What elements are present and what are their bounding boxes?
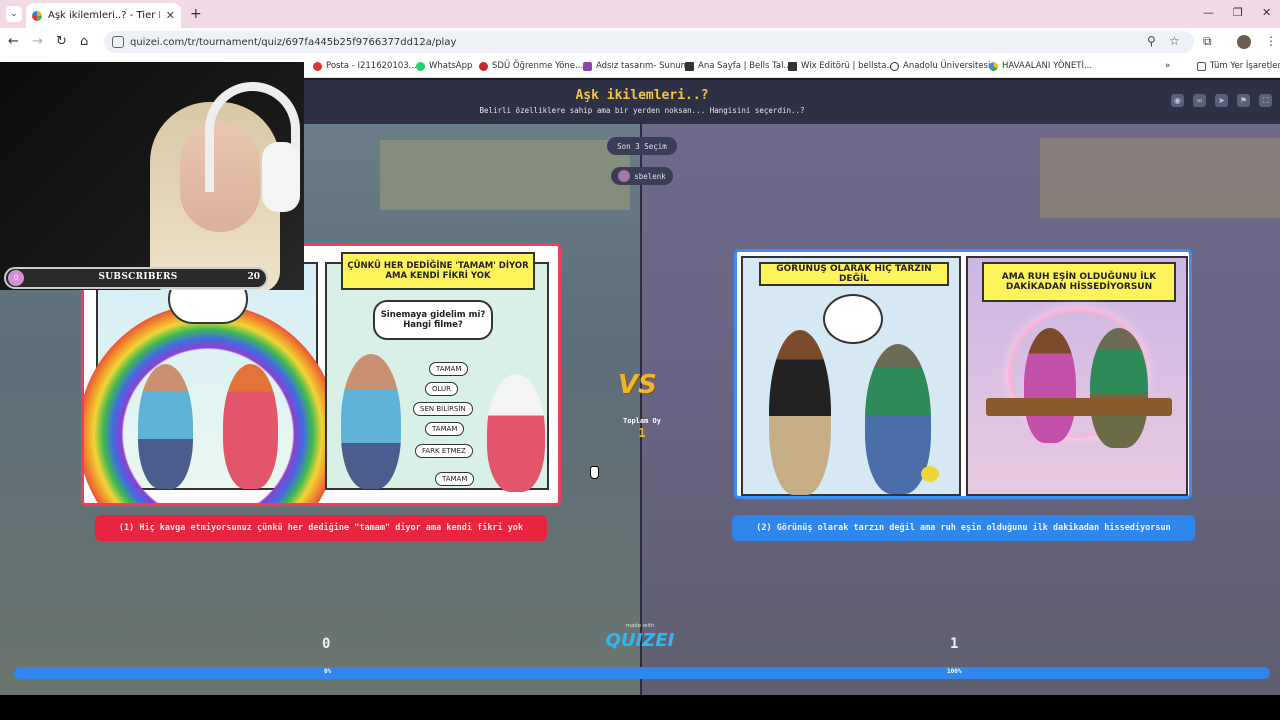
- minimize-icon[interactable]: —: [1203, 6, 1214, 19]
- comic-panel-dialog: ÇÜNKÜ HER DEDİĞİNE 'TAMAM' DİYOR AMA KEN…: [325, 252, 549, 492]
- reload-icon[interactable]: ↻: [56, 34, 67, 49]
- canva-icon: [583, 61, 592, 71]
- word-bubble: TAMAM: [435, 472, 475, 486]
- duck-icon: [921, 466, 939, 482]
- more-bookmarks-icon[interactable]: »: [1165, 61, 1170, 71]
- bookmark-item[interactable]: Wix Editörü | bellsta...: [788, 61, 895, 71]
- headset-cup-icon: [262, 142, 300, 212]
- man-figure: [1090, 328, 1148, 448]
- site-favicon-icon: [32, 10, 42, 21]
- option-button-left[interactable]: (1) Hiç kavga etmiyorsunuz çünkü her ded…: [95, 515, 547, 541]
- right-vote-count: 1: [950, 636, 959, 652]
- bookmark-item[interactable]: Ana Sayfa | Bells Tal...: [685, 61, 792, 71]
- comic-panel-couple: [84, 262, 338, 503]
- word-bubble: SEN BİLİRSİN: [413, 402, 473, 416]
- man-figure: [138, 364, 193, 489]
- link-icon[interactable]: ∞: [1193, 94, 1206, 107]
- eye-icon[interactable]: ◉: [1171, 94, 1184, 107]
- new-tab-icon[interactable]: +: [190, 6, 202, 22]
- rainbow-icon: [84, 304, 338, 503]
- address-bar[interactable]: quizei.com/tr/tournament/quiz/697fa445b2…: [104, 31, 1194, 53]
- avatar: [618, 170, 631, 182]
- woman-figure: [1024, 328, 1076, 443]
- wix-icon: [685, 61, 694, 71]
- url-text: quizei.com/tr/tournament/quiz/697fa445b2…: [130, 36, 457, 48]
- man-figure: [341, 354, 401, 489]
- restore-icon[interactable]: ❐: [1233, 6, 1243, 19]
- speech-bubble: Sinemaya gidelim mi? Hangi filme?: [373, 300, 493, 340]
- back-icon[interactable]: ←: [8, 34, 19, 49]
- subscriber-goal: 20: [247, 272, 260, 282]
- bookmark-item[interactable]: SDÜ Öğrenme Yöne...: [479, 61, 583, 71]
- bookmark-item[interactable]: HAVAALANI YÖNETİ...: [989, 61, 1092, 71]
- total-votes-value: 1: [638, 426, 646, 440]
- mouse-cursor-icon: [590, 466, 599, 479]
- comic-panel-mismatch: GÖRÜNÜŞ OLARAK HİÇ TARZIN DEĞİL: [741, 256, 961, 496]
- word-bubble: FARK ETMEZ: [415, 444, 473, 458]
- word-bubble: TAMAM: [429, 362, 469, 376]
- browser-tab[interactable]: Aşk ikilemleri..? - Tier List, Kör S ✕: [26, 3, 181, 28]
- vs-logo-icon: VS: [618, 370, 657, 400]
- stylish-woman-figure: [769, 330, 831, 495]
- whatsapp-icon: [416, 61, 425, 71]
- comic-panel-soulmate: AMA RUH EŞİN OLDUĞUNU İLK DAKİKADAN HİSS…: [966, 256, 1188, 496]
- menu-icon[interactable]: ⋮: [1265, 34, 1277, 48]
- quizei-logo[interactable]: QUIZEI: [605, 630, 675, 651]
- close-window-icon[interactable]: ✕: [1262, 6, 1271, 19]
- subscriber-goal-bar: 0 SUBSCRIBERS 20: [4, 267, 268, 289]
- extensions-icon[interactable]: ⧉: [1203, 34, 1212, 49]
- left-caption: ÇÜNKÜ HER DEDİĞİNE 'TAMAM' DİYOR AMA KEN…: [341, 252, 535, 290]
- left-vote-count: 0: [322, 636, 331, 652]
- anadolu-icon: [890, 61, 899, 71]
- option-button-right[interactable]: (2) Görünüş olarak tarzın değil ama ruh …: [732, 515, 1195, 541]
- tab-search-icon[interactable]: ⌄: [6, 6, 22, 22]
- webcam-overlay: 0 SUBSCRIBERS 20: [0, 62, 304, 290]
- address-toolbar: ← → ↻ ⌂ quizei.com/tr/tournament/quiz/69…: [0, 28, 1280, 56]
- header-actions: ◉ ∞ ➤ ⚑ ⛶: [1171, 94, 1272, 107]
- bookmark-item[interactable]: Posta - I211620103...: [313, 61, 417, 71]
- faceless-woman-figure: [487, 374, 545, 492]
- user-badge: sbelenk: [611, 167, 673, 185]
- right-percent: 100%: [947, 668, 962, 675]
- drive-icon: [989, 61, 998, 71]
- taskbar: [0, 695, 1280, 720]
- close-tab-icon[interactable]: ✕: [166, 9, 175, 22]
- folder-icon: [1197, 61, 1206, 71]
- woman-figure: [223, 364, 278, 489]
- thought-bubble-icon: [823, 294, 883, 344]
- made-with-label: made with: [625, 623, 655, 629]
- right-caption-1: GÖRÜNÜŞ OLARAK HİÇ TARZIN DEĞİL: [759, 262, 949, 286]
- round-badge: Son 3 Seçim: [607, 137, 677, 155]
- forward-icon[interactable]: →: [32, 34, 43, 49]
- zoom-icon[interactable]: ⚲: [1147, 34, 1156, 48]
- mail-icon: [313, 61, 322, 71]
- word-bubble: TAMAM: [425, 422, 465, 436]
- bench-icon: [986, 398, 1172, 416]
- home-icon[interactable]: ⌂: [80, 34, 88, 49]
- share-icon[interactable]: ➤: [1215, 94, 1228, 107]
- option-card-right[interactable]: GÖRÜNÜŞ OLARAK HİÇ TARZIN DEĞİL AMA RUH …: [734, 249, 1192, 499]
- total-votes-label: Toplam Oy: [623, 417, 661, 425]
- bookmark-item[interactable]: Adsız tasarım- Sunum: [583, 61, 689, 71]
- tab-title: Aşk ikilemleri..? - Tier List, Kör S: [48, 10, 160, 21]
- bookmark-item[interactable]: Anadolu Üniversitesi: [890, 61, 990, 71]
- vs-divider: [640, 124, 642, 695]
- flag-icon[interactable]: ⚑: [1237, 94, 1250, 107]
- left-percent: 0%: [324, 668, 332, 675]
- profile-avatar[interactable]: [1237, 35, 1251, 49]
- all-bookmarks[interactable]: Tüm Yer İşaretleri: [1197, 61, 1280, 71]
- site-info-icon[interactable]: [112, 36, 124, 48]
- right-bg-caption: [1040, 138, 1280, 218]
- vote-progress-bar: 0% 100%: [14, 667, 1270, 679]
- browser-tab-bar: ⌄ Aşk ikilemleri..? - Tier List, Kör S ✕…: [0, 0, 1280, 28]
- bookmark-item[interactable]: WhatsApp: [416, 61, 472, 71]
- subscriber-label: SUBSCRIBERS: [98, 272, 178, 282]
- right-caption-2: AMA RUH EŞİN OLDUĞUNU İLK DAKİKADAN HİSS…: [982, 262, 1176, 302]
- left-bg-caption: [380, 140, 630, 210]
- wix-icon: [788, 61, 797, 71]
- university-icon: [479, 61, 488, 71]
- fullscreen-icon[interactable]: ⛶: [1259, 94, 1272, 107]
- word-bubble: OLUR: [425, 382, 459, 396]
- bookmark-star-icon[interactable]: ☆: [1169, 34, 1180, 48]
